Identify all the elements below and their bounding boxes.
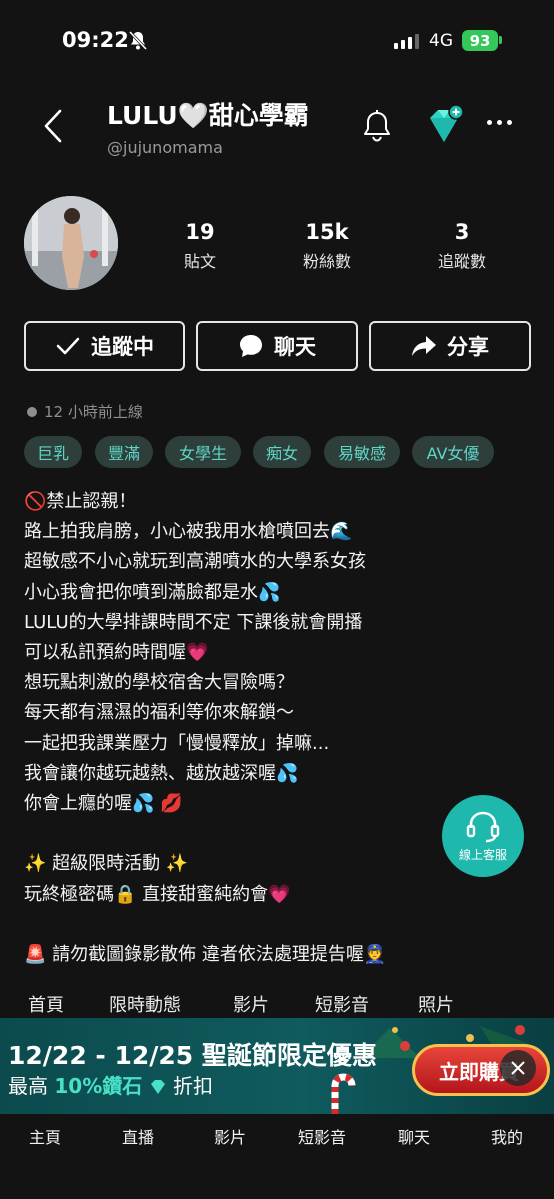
tag-chip[interactable]: 巨乳 <box>24 436 82 468</box>
promo-sub-prefix: 最高 <box>8 1074 48 1098</box>
following-button-label: 追蹤中 <box>91 335 154 359</box>
cellular-signal-icon <box>394 34 419 49</box>
battery-tip <box>499 36 502 44</box>
tab-stories[interactable]: 限時動態 <box>109 991 181 1017</box>
close-banner-button[interactable] <box>500 1050 536 1086</box>
nav-videos[interactable]: 影片 <box>195 1124 265 1148</box>
tag-chip[interactable]: 豐滿 <box>95 436 153 468</box>
chat-bubble-icon <box>240 335 262 357</box>
following-button[interactable]: 追蹤中 <box>24 321 185 371</box>
battery-indicator: 93 <box>462 30 498 51</box>
promo-sub-suffix: 折扣 <box>172 1074 213 1098</box>
close-icon <box>511 1061 525 1075</box>
checkmark-icon <box>56 337 80 355</box>
chat-button[interactable]: 聊天 <box>196 321 358 371</box>
last-online-text: 12 小時前上線 <box>44 403 143 421</box>
nav-chat[interactable]: 聊天 <box>379 1124 449 1148</box>
nav-live[interactable]: 直播 <box>103 1124 173 1148</box>
diamond-small-icon <box>150 1080 165 1094</box>
promo-subtitle: 最高 10%鑽石 折扣 <box>8 1070 213 1099</box>
silent-mode-icon <box>128 30 148 56</box>
customer-support-label: 線上客服 <box>458 847 507 862</box>
status-time: 09:22 <box>62 28 129 52</box>
tab-home[interactable]: 首頁 <box>28 991 64 1017</box>
more-options-icon[interactable] <box>487 120 512 125</box>
share-button-label: 分享 <box>447 335 489 359</box>
offline-dot-icon <box>27 406 37 417</box>
share-button[interactable]: 分享 <box>369 321 531 371</box>
avatar <box>24 196 118 290</box>
network-type: 4G <box>429 31 453 51</box>
stat-following-label: 追蹤數 <box>437 252 486 271</box>
last-online-status: 12 小時前上線 <box>27 401 143 422</box>
tab-shorts[interactable]: 短影音 <box>315 991 369 1017</box>
tab-videos[interactable]: 影片 <box>233 991 269 1017</box>
tag-chip[interactable]: 易敏感 <box>324 436 400 468</box>
promo-sub-accent: 10%鑽石 <box>54 1074 143 1098</box>
stat-followers[interactable]: 15k 粉絲數 <box>272 220 382 272</box>
stat-following-value: 3 <box>454 220 470 244</box>
tab-photos[interactable]: 照片 <box>418 991 454 1017</box>
stat-posts-value: 19 <box>185 220 215 244</box>
stat-posts[interactable]: 19 貼文 <box>145 220 255 272</box>
share-arrow-icon <box>412 336 436 356</box>
headset-icon <box>466 811 500 842</box>
nav-shorts[interactable]: 短影音 <box>287 1124 357 1148</box>
nav-home[interactable]: 主頁 <box>10 1124 80 1148</box>
tag-chip[interactable]: 女學生 <box>165 436 241 468</box>
nav-me[interactable]: 我的 <box>472 1124 542 1148</box>
notification-bell-icon[interactable] <box>360 106 394 148</box>
promo-title: 12/22 - 12/25 聖誕節限定優惠 <box>8 1041 377 1070</box>
profile-bio: 🚫禁止認親！ 路上拍我肩膀，小心被我用水槍噴回去🌊 超敏感不小心就玩到高潮噴水的… <box>24 491 387 966</box>
stat-following[interactable]: 3 追蹤數 <box>407 220 517 272</box>
chat-button-label: 聊天 <box>274 335 316 359</box>
stat-posts-label: 貼文 <box>183 252 216 271</box>
stat-followers-value: 15k <box>305 220 349 244</box>
tag-chip[interactable]: 痴女 <box>253 436 311 468</box>
stat-followers-label: 粉絲數 <box>302 252 351 271</box>
customer-support-button[interactable]: 線上客服 <box>442 795 524 877</box>
diamond-icon[interactable] <box>422 104 466 152</box>
profile-handle: @jujunomama <box>107 138 223 157</box>
tag-chip[interactable]: AV女優 <box>412 436 494 468</box>
back-button[interactable] <box>40 108 66 148</box>
profile-name: LULU🤍甜心學霸 <box>107 101 309 130</box>
